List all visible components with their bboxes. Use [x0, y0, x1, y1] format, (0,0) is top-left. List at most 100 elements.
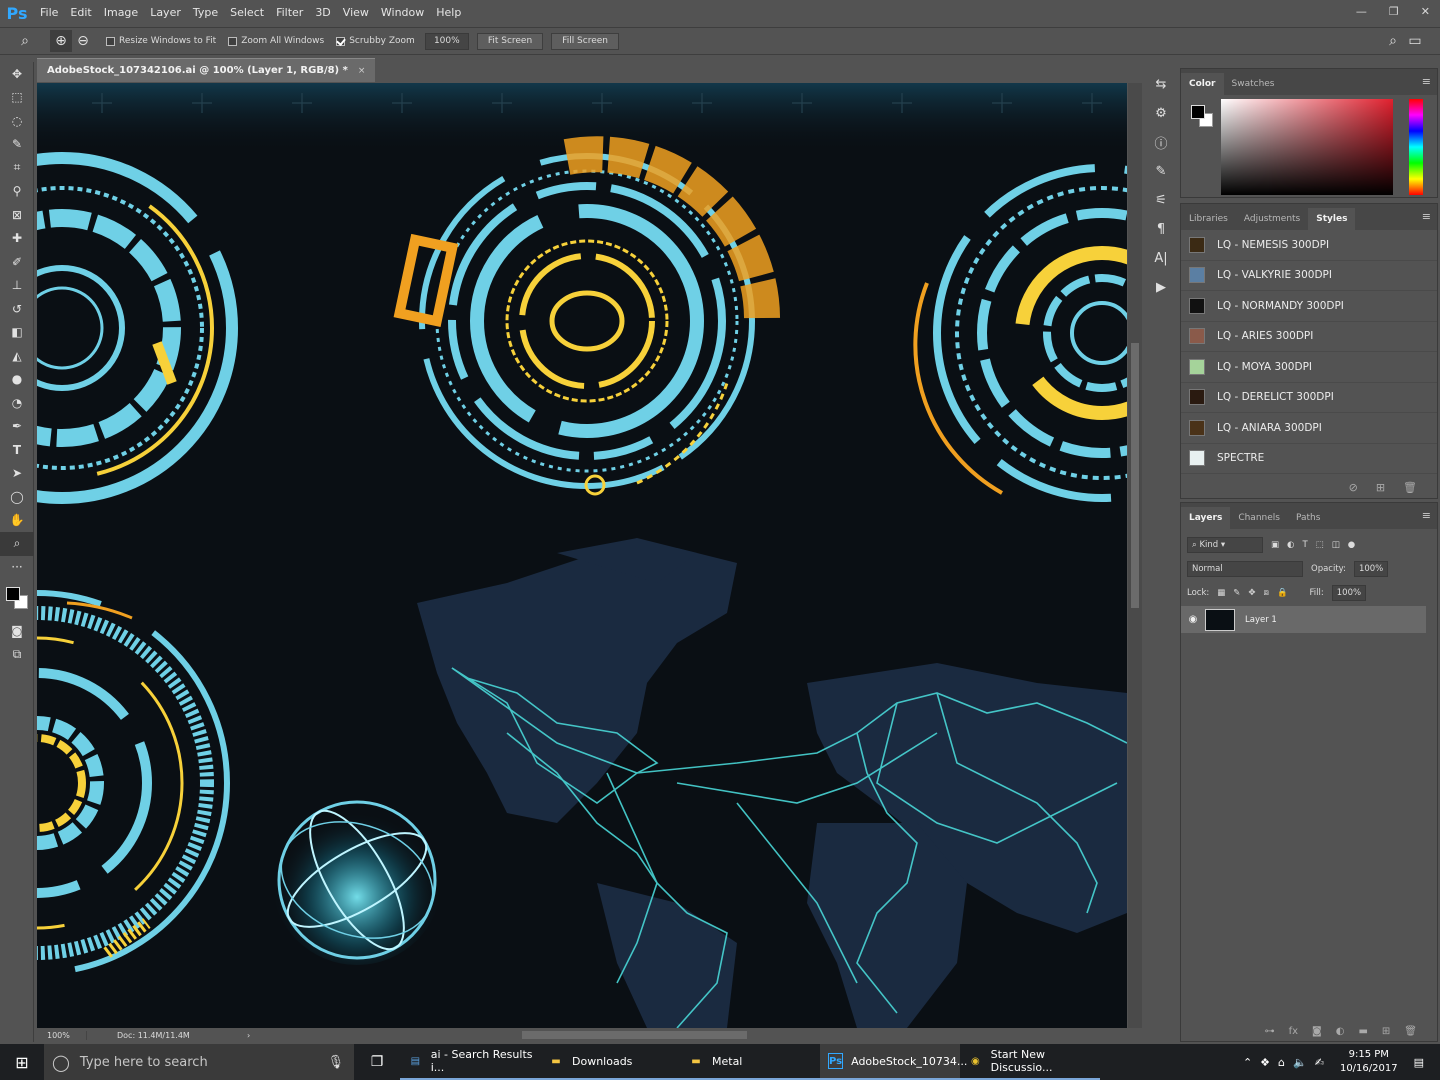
tab-paths[interactable]: Paths — [1288, 507, 1328, 529]
lock-artboard-icon[interactable]: ⧈ — [1264, 588, 1269, 598]
menu-3d[interactable]: 3D — [309, 0, 336, 26]
tab-styles[interactable]: Styles — [1308, 208, 1356, 230]
screen-mode-icon[interactable]: ⧉ — [0, 643, 34, 667]
quick-select-tool-icon[interactable]: ✎ — [0, 133, 34, 157]
tab-color[interactable]: Color — [1181, 73, 1224, 95]
network-icon[interactable]: ⌂ — [1278, 1056, 1285, 1069]
tab-channels[interactable]: Channels — [1230, 507, 1288, 529]
fill-field[interactable]: 100% — [1331, 585, 1366, 601]
taskbar-item-photoshop[interactable]: Ps AdobeStock_10734... — [820, 1044, 967, 1080]
delete-layer-icon[interactable]: 🗑 — [1404, 1026, 1417, 1037]
brush-tool-icon[interactable]: ✐ — [0, 250, 34, 274]
filter-shape-icon[interactable]: ⬚ — [1316, 540, 1324, 550]
menu-layer[interactable]: Layer — [144, 0, 187, 26]
lock-transparent-icon[interactable]: ▦ — [1217, 588, 1225, 598]
character-icon[interactable]: A| — [1146, 244, 1176, 273]
style-item[interactable]: LQ - VALKYRIE 300DPI — [1181, 261, 1437, 291]
minimize-icon[interactable]: — — [1356, 5, 1367, 18]
filter-toggle-icon[interactable]: ● — [1348, 540, 1355, 550]
layer-kind-filter[interactable]: ⌕ Kind ▾ — [1187, 537, 1263, 553]
delete-style-icon[interactable]: 🗑 — [1403, 481, 1417, 494]
marquee-tool-icon[interactable]: ⬚ — [0, 86, 34, 110]
tab-layers[interactable]: Layers — [1181, 507, 1231, 529]
new-style-icon[interactable]: ⊞ — [1376, 481, 1385, 494]
taskbar-item-downloads[interactable]: ▬ Downloads — [540, 1044, 680, 1080]
vertical-scroll-thumb[interactable] — [1131, 343, 1139, 608]
ellipse-tool-icon[interactable]: ◯ — [0, 485, 34, 509]
panel-menu-icon[interactable]: ≡ — [1422, 210, 1431, 223]
close-icon[interactable]: ✕ — [1421, 5, 1430, 18]
eyedropper-tool-icon[interactable]: ⚲ — [0, 180, 34, 204]
action-center-icon[interactable]: ▤ — [1414, 1056, 1424, 1069]
new-group-icon[interactable]: ▬ — [1358, 1026, 1367, 1037]
info-panel-icon[interactable]: ⓘ — [1146, 128, 1176, 157]
style-item[interactable]: LQ - NORMANDY 300DPI — [1181, 291, 1437, 322]
horizontal-scroll-thumb[interactable] — [522, 1031, 747, 1039]
stamp-tool-icon[interactable]: ⊥ — [0, 274, 34, 298]
style-item[interactable]: LQ - DERELICT 300DPI — [1181, 383, 1437, 413]
adjust-icon[interactable]: ⚟ — [1146, 186, 1176, 215]
history-brush-tool-icon[interactable]: ↺ — [0, 297, 34, 321]
history-panel-icon[interactable]: ⇆ — [1146, 70, 1176, 99]
move-tool-icon[interactable]: ✥ — [0, 62, 34, 86]
foreground-color-swatch[interactable] — [6, 587, 20, 601]
style-item[interactable]: LQ - MOYA 300DPI — [1181, 352, 1437, 383]
tab-swatches[interactable]: Swatches — [1224, 73, 1283, 95]
status-zoom-value[interactable]: 100% — [37, 1030, 87, 1040]
frame-tool-icon[interactable]: ⊠ — [0, 203, 34, 227]
paragraph-icon[interactable]: ¶ — [1146, 215, 1176, 244]
status-menu-arrow[interactable]: › — [247, 1031, 250, 1040]
menu-edit[interactable]: Edit — [64, 0, 97, 26]
lock-all-icon[interactable]: 🔒 — [1277, 588, 1288, 598]
style-item[interactable]: LQ - NEMESIS 300DPI — [1181, 230, 1437, 261]
zoom-all-box[interactable] — [228, 36, 238, 46]
resize-windows-checkbox[interactable]: Resize Windows to Fit — [106, 36, 216, 46]
filter-smart-object-icon[interactable]: ◫ — [1332, 540, 1340, 550]
style-item[interactable]: LQ - ARIES 300DPI — [1181, 322, 1437, 352]
menu-help[interactable]: Help — [430, 0, 467, 26]
lock-position-icon[interactable]: ✥ — [1248, 588, 1255, 598]
layer-row[interactable]: ◉ Layer 1 — [1181, 606, 1426, 633]
task-view-icon[interactable]: ❐ — [354, 1054, 400, 1070]
vertical-scrollbar[interactable] — [1128, 83, 1142, 1028]
pen-tool-icon[interactable]: ✒ — [0, 415, 34, 439]
zoom-percent-field[interactable]: 100% — [424, 32, 469, 50]
microphone-icon[interactable]: 🎙 — [327, 1055, 344, 1070]
color-foreground-swatch[interactable] — [1191, 105, 1205, 119]
add-mask-icon[interactable]: ◙ — [1312, 1026, 1322, 1037]
volume-icon[interactable]: 🔈 — [1293, 1056, 1307, 1069]
menu-file[interactable]: File — [34, 0, 64, 26]
lasso-tool-icon[interactable]: ◌ — [0, 109, 34, 133]
zoom-out-icon[interactable]: ⊖ — [72, 30, 94, 52]
brush-presets-icon[interactable]: ✎ — [1146, 157, 1176, 186]
quick-mask-icon[interactable]: ◙ — [0, 619, 34, 643]
menu-window[interactable]: Window — [375, 0, 430, 26]
workspace-icon[interactable]: ▭ — [1404, 30, 1426, 52]
menu-select[interactable]: Select — [224, 0, 270, 26]
style-item[interactable]: SPECTRE — [1181, 444, 1437, 474]
show-hidden-icons-icon[interactable]: ⌃ — [1243, 1056, 1252, 1069]
blend-mode-select[interactable]: Normal — [1187, 561, 1303, 577]
scrubby-zoom-box[interactable] — [336, 36, 346, 46]
windows-start-icon[interactable]: ⊞ — [0, 1044, 44, 1080]
more-tools-icon[interactable]: ··· — [0, 556, 34, 580]
clear-style-icon[interactable]: ⊘ — [1349, 481, 1358, 494]
zoom-all-checkbox[interactable]: Zoom All Windows — [228, 36, 324, 46]
filter-adjustment-icon[interactable]: ◐ — [1287, 540, 1294, 550]
filter-pixel-icon[interactable]: ▣ — [1271, 540, 1279, 550]
hand-tool-icon[interactable]: ✋ — [0, 509, 34, 533]
fx-icon[interactable]: fx — [1289, 1026, 1298, 1037]
taskbar-item-metal[interactable]: ▬ Metal — [680, 1044, 820, 1080]
lock-image-icon[interactable]: ✎ — [1233, 588, 1240, 598]
taskbar-item-search-results[interactable]: ▤ ai - Search Results i... — [400, 1044, 540, 1080]
restore-icon[interactable]: ❐ — [1389, 5, 1399, 18]
scrubby-zoom-checkbox[interactable]: Scrubby Zoom — [336, 36, 415, 46]
tab-adjustments[interactable]: Adjustments — [1236, 208, 1308, 230]
hue-slider[interactable] — [1409, 99, 1423, 195]
taskbar-item-chrome[interactable]: ◉ Start New Discussio... — [960, 1044, 1100, 1080]
zoom-in-icon[interactable]: ⊕ — [50, 30, 72, 52]
blur-tool-icon[interactable]: ● — [0, 368, 34, 392]
healing-brush-tool-icon[interactable]: ✚ — [0, 227, 34, 251]
panel-menu-icon[interactable]: ≡ — [1422, 509, 1431, 522]
panel-menu-icon[interactable]: ≡ — [1422, 75, 1431, 88]
